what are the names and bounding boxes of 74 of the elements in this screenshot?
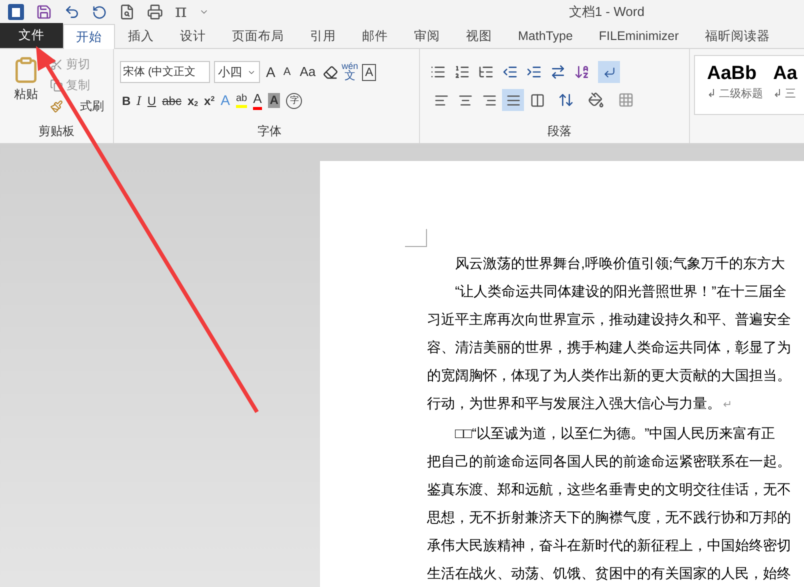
shade-button[interactable]: A [268, 93, 280, 108]
decrease-indent-icon[interactable] [502, 64, 518, 80]
document-line: 风云激荡的世界舞台,呼唤价值引领;气象万千的东方大 [454, 254, 786, 273]
show-marks-button[interactable] [598, 61, 620, 83]
group-label: 字体 [256, 123, 282, 140]
margin-corner-mark [405, 229, 427, 247]
paste-button[interactable]: 粘贴 [8, 55, 44, 122]
printer-icon[interactable] [147, 4, 163, 20]
document-line: 承伟大民族精神，奋斗在新时代的新征程上，中国始终密切 [427, 536, 792, 555]
ribbon-tab[interactable]: 福昕阅读器 [692, 24, 783, 48]
document-line: 容、清洁美丽的世界，携手构建人类命运共同体，彰显了为 [427, 338, 792, 357]
ribbon-tab[interactable]: 视图 [453, 24, 505, 48]
document-line: 行动，为世界和平与发展注入强大信心与力量。↵ [427, 394, 733, 413]
style-item[interactable]: Aa ↲ 三 [773, 56, 798, 114]
change-case-button[interactable]: Aa [296, 62, 319, 82]
align-button[interactable] [502, 89, 524, 111]
text-direction-icon[interactable] [550, 64, 566, 80]
multilevel-list-icon[interactable] [478, 64, 494, 80]
document-line: 生活在战火、动荡、饥饿、贫困中的有关国家的人民，始终 [427, 564, 792, 583]
sub-button[interactable]: x$_{2}$ [187, 92, 198, 110]
return-arrow-icon [602, 66, 616, 78]
font-name-dropdown[interactable]: 宋体 (中文正文 [120, 61, 210, 83]
grow-font-button[interactable]: A [264, 62, 278, 82]
document-line: 的宽阔胸怀，体现了为人类作出新的更大贡献的大国担当。 [427, 366, 792, 385]
scissors-icon [50, 58, 63, 70]
numbered-list-icon[interactable] [454, 64, 470, 80]
bold-button[interactable]: B [122, 92, 131, 110]
save-icon[interactable] [36, 4, 52, 20]
style-item[interactable]: AaBb ↲ 二级标题 [707, 56, 764, 114]
group-label: 段落 [546, 123, 572, 140]
document-line: 习近平主席再次向世界宣示，推动建设持久和平、普遍安全 [427, 310, 792, 329]
highlight-button[interactable]: ab [236, 92, 248, 108]
ribbon-tab[interactable]: 页面布局 [219, 24, 297, 48]
ribbon-tab[interactable]: FILEminimizer [586, 24, 692, 48]
font-size-dropdown[interactable]: 小四 [214, 61, 260, 83]
format-painter-button[interactable]: 式刷 [50, 97, 104, 115]
strike-button[interactable]: abc [162, 92, 182, 110]
italic-button[interactable]: I [136, 92, 142, 110]
file-tab[interactable]: 文件 [0, 23, 63, 48]
document-line: □□“以至诚为道，以至仁为德。”中国人民历来富有正 [454, 424, 776, 443]
ribbon-tab[interactable]: MathType [505, 24, 586, 48]
copy-icon [50, 78, 63, 92]
line-spacing-icon[interactable] [558, 92, 574, 108]
document-line: “让人类命运共同体建设的阳光普照世界！”在十三届全 [454, 282, 788, 301]
paintbrush-icon [50, 100, 63, 112]
ribbon-tab[interactable]: 设计 [167, 24, 219, 48]
ribbon-tab[interactable]: 审阅 [401, 24, 453, 48]
eraser-icon[interactable] [322, 64, 338, 80]
ribbon-tab[interactable]: 开始 [63, 24, 115, 49]
sort-icon[interactable] [574, 64, 590, 80]
document-line: 把自己的前途命运同各国人民的前途命运紧密联系在一起。 [427, 452, 792, 471]
shrink-font-button[interactable]: A [281, 64, 293, 80]
undo-icon[interactable] [64, 4, 80, 20]
print-preview-icon[interactable] [119, 4, 135, 20]
app-logo-icon[interactable] [8, 4, 24, 20]
document-line: 鉴真东渡、郑和远航，这些名垂青史的文明交往佳话，无不 [427, 480, 792, 499]
increase-indent-icon[interactable] [526, 64, 542, 80]
document-line: 思想，无不折射兼济天下的胸襟气度，无不践行协和万邦的 [427, 508, 792, 527]
phonetic-guide-button[interactable]: wén 文 [342, 62, 358, 82]
sup-button[interactable]: x$^{2}$ [204, 92, 215, 110]
underline-button[interactable]: U [147, 92, 156, 110]
group-label: 剪贴板 [38, 123, 76, 140]
ribbon-tab[interactable]: 邮件 [349, 24, 401, 48]
redo-icon[interactable] [92, 4, 107, 20]
ribbon-tab[interactable]: 插入 [115, 24, 167, 48]
ribbon-tab[interactable]: 引用 [297, 24, 349, 48]
shading-icon[interactable] [588, 92, 604, 108]
window-title: 文档1 - Word [568, 3, 644, 22]
character-border-button[interactable]: A [362, 64, 376, 80]
color-button[interactable]: A [253, 91, 262, 110]
enclose-character-button[interactable]: 字 [286, 92, 302, 109]
bullet-list-icon[interactable] [430, 64, 446, 80]
equation-button[interactable]: π [175, 3, 187, 21]
borders-icon[interactable] [618, 92, 634, 108]
